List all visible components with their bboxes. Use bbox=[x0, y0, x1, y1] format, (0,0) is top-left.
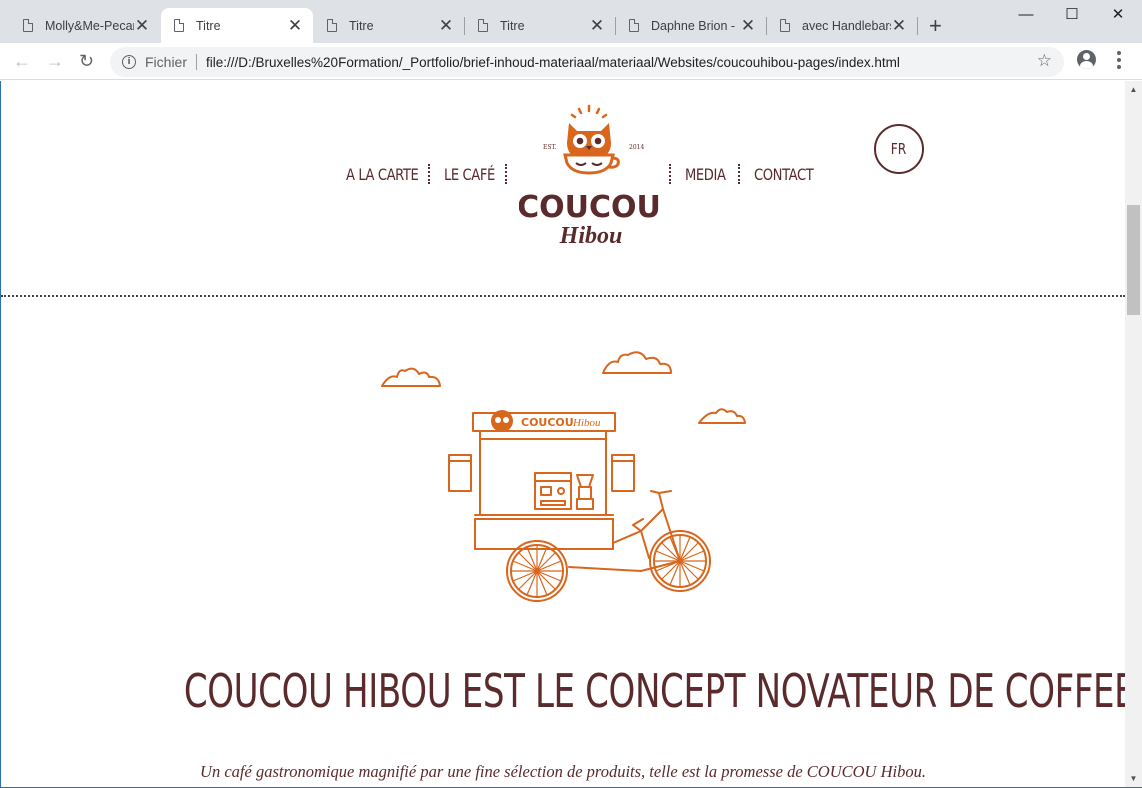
logo-year-label: 2014 bbox=[629, 144, 644, 151]
page-icon bbox=[780, 19, 790, 32]
cart-sign-wordmark: COUCOU bbox=[521, 416, 574, 429]
hero-title: COUCOU HIBOU EST LE CONCEPT NOVATEUR DE … bbox=[1, 664, 1125, 718]
cloud-icon bbox=[602, 351, 672, 374]
nav-link-a-la-carte[interactable]: A LA CARTE bbox=[346, 165, 419, 184]
page-icon bbox=[23, 19, 33, 32]
tab-strip: Molly&Me-Pecan ✕ Titre ✕ Titre ✕ Titre ✕… bbox=[0, 0, 1142, 43]
close-icon[interactable]: ✕ bbox=[891, 17, 907, 34]
language-button[interactable]: FR bbox=[874, 124, 924, 174]
scheme-label: Fichier bbox=[145, 54, 188, 70]
cloud-icon bbox=[698, 408, 746, 424]
nav-divider bbox=[505, 164, 507, 184]
cloud-icon bbox=[381, 367, 441, 387]
page-icon bbox=[629, 19, 639, 32]
tab-separator bbox=[917, 17, 918, 35]
nav-link-le-cafe[interactable]: LE CAFÉ bbox=[444, 165, 495, 184]
nav-divider bbox=[428, 164, 430, 184]
tab-title: Molly&Me-Pecan bbox=[45, 18, 134, 33]
coffee-bike-illustration: COUCOU Hibou bbox=[381, 351, 746, 602]
close-window-button[interactable]: ✕ bbox=[1095, 4, 1141, 26]
tab-title: Daphne Brion - bbox=[651, 18, 736, 33]
page-icon bbox=[174, 19, 184, 32]
coucou-hibou-logo[interactable]: EST. 2014 COUCOU Hibou bbox=[519, 103, 659, 249]
cart-sign-script: Hibou bbox=[572, 417, 601, 429]
tab-title: avec Handlebars bbox=[802, 18, 891, 33]
logo-wordmark: COUCOU bbox=[519, 190, 659, 225]
info-icon[interactable]: i bbox=[122, 55, 136, 69]
nav-link-media[interactable]: MEDIA bbox=[685, 165, 726, 184]
nav-divider bbox=[669, 164, 671, 184]
maximize-button[interactable]: ☐ bbox=[1049, 4, 1095, 26]
browser-toolbar: ← → ↻ i Fichier file:///D:/Bruxelles%20F… bbox=[0, 43, 1142, 80]
tab-title: Titre bbox=[500, 18, 525, 33]
browser-tab[interactable]: Molly&Me-Pecan ✕ bbox=[10, 8, 160, 43]
language-label: FR bbox=[891, 140, 907, 158]
account-icon[interactable] bbox=[1077, 50, 1096, 69]
close-icon[interactable]: ✕ bbox=[134, 17, 150, 34]
close-icon[interactable]: ✕ bbox=[438, 17, 454, 34]
browser-tab[interactable]: avec Handlebars ✕ bbox=[767, 8, 917, 43]
page-icon bbox=[327, 19, 337, 32]
nav-link-contact[interactable]: CONTACT bbox=[754, 165, 814, 184]
tab-title: Titre bbox=[196, 18, 221, 33]
browser-tab[interactable]: Titre ✕ bbox=[465, 8, 615, 43]
page-icon bbox=[478, 19, 488, 32]
scroll-down-arrow-icon[interactable]: ▼ bbox=[1125, 770, 1142, 787]
nav-divider bbox=[738, 164, 740, 184]
close-icon[interactable]: ✕ bbox=[740, 17, 756, 34]
tab-title: Titre bbox=[349, 18, 374, 33]
kebab-menu-icon[interactable] bbox=[1117, 51, 1121, 69]
page-viewport: A LA CARTE LE CAFÉ EST. 2014 COUCOU Hibo… bbox=[1, 81, 1125, 787]
browser-tab[interactable]: Daphne Brion - ✕ bbox=[616, 8, 766, 43]
scroll-thumb[interactable] bbox=[1127, 205, 1140, 315]
window-border bbox=[0, 81, 1, 788]
back-button[interactable]: ← bbox=[13, 51, 31, 71]
reload-button[interactable]: ↻ bbox=[79, 51, 94, 71]
browser-tab[interactable]: Titre ✕ bbox=[314, 8, 464, 43]
url-text[interactable]: file:///D:/Bruxelles%20Formation/_Portfo… bbox=[206, 55, 900, 70]
logo-script: Hibou bbox=[559, 223, 623, 249]
address-bar[interactable]: i Fichier file:///D:/Bruxelles%20Formati… bbox=[110, 47, 1064, 77]
close-icon[interactable]: ✕ bbox=[287, 17, 303, 34]
hero-title-text: COUCOU HIBOU EST LE CONCEPT NOVATEUR DE … bbox=[183, 664, 1125, 718]
close-icon[interactable]: ✕ bbox=[589, 17, 605, 34]
new-tab-button[interactable]: + bbox=[929, 15, 942, 37]
hero-subtitle: Un café gastronomique magnifié par une f… bbox=[200, 762, 926, 781]
browser-tab-active[interactable]: Titre ✕ bbox=[161, 8, 313, 43]
vertical-scrollbar[interactable]: ▲ ▼ bbox=[1125, 81, 1142, 787]
minimize-button[interactable]: — bbox=[1003, 4, 1049, 26]
header-divider bbox=[1, 295, 1125, 297]
scroll-up-arrow-icon[interactable]: ▲ bbox=[1125, 81, 1142, 98]
forward-button[interactable]: → bbox=[46, 51, 64, 71]
address-separator bbox=[196, 54, 198, 70]
logo-est-label: EST. bbox=[543, 144, 557, 151]
bookmark-star-icon[interactable]: ☆ bbox=[1037, 51, 1052, 71]
